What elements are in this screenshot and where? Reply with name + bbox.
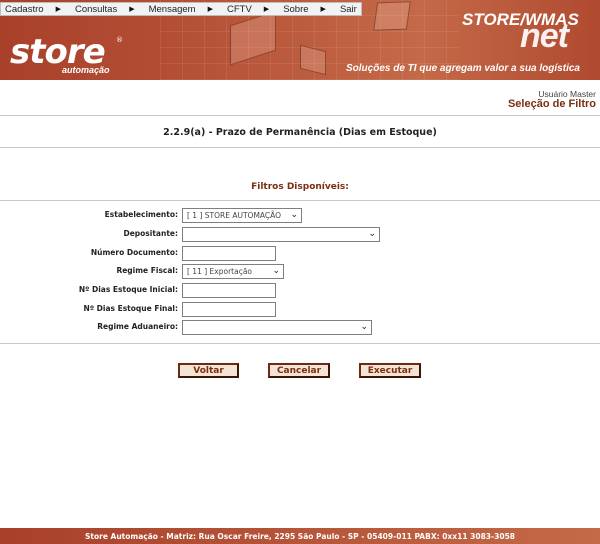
footer: Store Automação - Matriz: Rua Oscar Frei… xyxy=(0,528,600,544)
regime-aduaneiro-select[interactable]: ⌄ xyxy=(182,320,372,335)
chevron-down-icon: ⌄ xyxy=(360,322,368,332)
menu-item-cftv[interactable]: CFTV ▶ xyxy=(227,4,283,15)
regime-aduaneiro-label: Regime Aduaneiro: xyxy=(97,322,178,331)
menu-item-label: CFTV xyxy=(226,3,252,15)
dias-final-input[interactable] xyxy=(182,302,276,317)
tagline: Soluções de TI que agregam valor a sua l… xyxy=(346,63,580,74)
dias-inicial-label: Nº Dias Estoque Inicial: xyxy=(78,285,178,294)
menu-item-sobre[interactable]: Sobre ▶ xyxy=(283,4,340,15)
chevron-down-icon: ⌄ xyxy=(368,229,376,239)
divider xyxy=(0,147,600,148)
menu-item-label: Mensagem xyxy=(148,3,196,15)
estabelecimento-value: [ 1 ] STORE AUTOMAÇÃO xyxy=(187,211,282,220)
filters-heading: Filtros Disponíveis: xyxy=(251,182,349,192)
regime-fiscal-select[interactable]: [ 11 ] Exportação ⌄ xyxy=(182,264,284,279)
triangle-right-icon: ▶ xyxy=(129,6,135,13)
box-decoration-icon xyxy=(373,1,411,31)
dias-final-label: Nº Dias Estoque Final: xyxy=(83,304,178,313)
numero-documento-input[interactable] xyxy=(182,246,276,261)
estabelecimento-label: Estabelecimento: xyxy=(104,210,178,219)
menu-item-label: Cadastro xyxy=(5,3,44,15)
report-title: 2.2.9(a) - Prazo de Permanência (Dias em… xyxy=(163,127,437,138)
menu-item-label: Consultas xyxy=(74,3,118,15)
menu-item-consultas[interactable]: Consultas ▶ xyxy=(75,4,149,15)
divider xyxy=(0,115,600,116)
registered-mark: ® xyxy=(116,36,123,44)
header-banner: store ® automação STORE/WMAS net Soluçõe… xyxy=(0,0,600,80)
row-regime-fiscal: Regime Fiscal: [ 11 ] Exportação ⌄ xyxy=(0,264,600,280)
regime-fiscal-value: [ 11 ] Exportação xyxy=(187,267,253,276)
voltar-button[interactable]: Voltar xyxy=(178,363,239,378)
depositante-label: Depositante: xyxy=(123,229,178,238)
triangle-right-icon: ▶ xyxy=(320,6,326,13)
executar-button[interactable]: Executar xyxy=(359,363,421,378)
menu-bar: Cadastro ▶ Consultas ▶ Mensagem ▶ CFTV ▶… xyxy=(0,2,362,16)
page-title: Seleção de Filtro xyxy=(507,98,596,110)
chevron-down-icon: ⌄ xyxy=(290,210,298,220)
estabelecimento-select[interactable]: [ 1 ] STORE AUTOMAÇÃO ⌄ xyxy=(182,208,302,223)
menu-item-label: Sair xyxy=(339,3,357,15)
row-numero-documento: Número Documento: xyxy=(0,246,600,262)
dias-inicial-input[interactable] xyxy=(182,283,276,298)
cancelar-button[interactable]: Cancelar xyxy=(268,363,330,378)
row-depositante: Depositante: ⌄ xyxy=(0,227,600,243)
store-logo-subtitle: automação xyxy=(62,65,110,75)
triangle-right-icon: ▶ xyxy=(207,6,213,13)
row-regime-aduaneiro: Regime Aduaneiro: ⌄ xyxy=(0,320,600,336)
menu-item-cadastro[interactable]: Cadastro ▶ xyxy=(5,4,75,15)
numero-documento-label: Número Documento: xyxy=(90,248,178,257)
row-estabelecimento: Estabelecimento: [ 1 ] STORE AUTOMAÇÃO ⌄ xyxy=(0,208,600,224)
menu-item-label: Sobre xyxy=(283,3,309,15)
row-dias-final: Nº Dias Estoque Final: xyxy=(0,302,600,318)
menu-item-mensagem[interactable]: Mensagem ▶ xyxy=(149,4,227,15)
divider xyxy=(0,343,600,344)
divider xyxy=(0,200,600,201)
menu-item-sair[interactable]: Sair xyxy=(340,4,361,15)
footer-text: Store Automação - Matriz: Rua Oscar Frei… xyxy=(84,531,516,541)
triangle-right-icon: ▶ xyxy=(263,6,270,13)
depositante-select[interactable]: ⌄ xyxy=(182,227,380,242)
row-dias-inicial: Nº Dias Estoque Inicial: xyxy=(0,283,600,299)
product-suffix: net xyxy=(520,17,569,55)
triangle-right-icon: ▶ xyxy=(55,6,61,13)
regime-fiscal-label: Regime Fiscal: xyxy=(116,266,178,275)
chevron-down-icon: ⌄ xyxy=(272,266,280,276)
